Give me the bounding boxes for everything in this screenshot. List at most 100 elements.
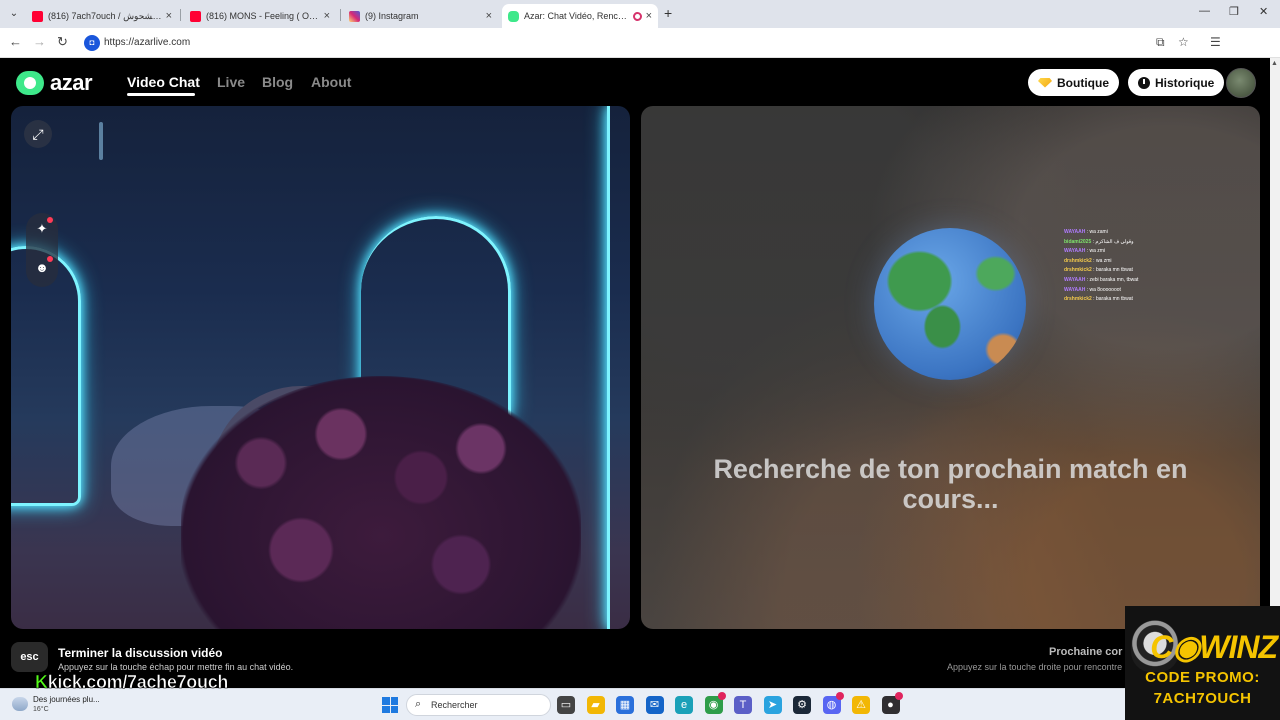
chat-text: baraka mn tbwat [1095,267,1133,274]
weather-text[interactable]: Des journées plu... [33,695,100,704]
search-icon: ⌕ [415,698,422,710]
searching-match-text: Recherche de ton prochain match en cours… [713,454,1188,514]
chat-message: WAYAAH : zebi baraka mn, tbwat [1064,276,1139,283]
boutique-label: Boutique [1057,75,1109,90]
browser-tab-bar: ⌄ (816) 7ach7ouch / حشحوش - YouTube × (8… [0,0,1280,28]
edge-icon[interactable]: e [675,696,693,714]
tab-youtube-2[interactable]: (816) MONS - Feeling ( Official × [184,4,336,28]
youtube-icon [190,10,201,22]
teams-icon[interactable]: T [734,696,752,714]
store-icon[interactable]: ▦ [616,696,634,714]
tab-instagram[interactable]: (9) Instagram × [343,4,498,28]
minimize-button[interactable]: — [1199,5,1210,17]
chat-message: WAYAAH : wa zmi [1064,248,1106,255]
recording-icon [632,11,642,21]
windows-start-icon[interactable] [382,697,398,713]
match-video-panel: WAYAAH : wa zami bidami2025 : وقولي ف الش… [641,106,1260,629]
bookmark-star-icon[interactable]: ☆ [1178,35,1189,49]
gem-icon [1038,77,1052,88]
tab-close-icon[interactable]: × [324,10,330,22]
reload-button[interactable]: ↻ [57,34,68,50]
install-app-icon[interactable]: ⧉ [1156,35,1165,50]
tab-close-icon[interactable]: × [486,10,492,22]
kick-url-text: kick.com/7ache7ouch [47,672,229,693]
stream-chat-overlay: WAYAAH : wa zami bidami2025 : وقولي ف الش… [1064,228,1184,305]
chat-username: WAYAAH [1064,286,1086,293]
chat-text: wa zmi [1089,248,1106,255]
restore-button[interactable]: ❐ [1229,5,1239,18]
file-explorer-icon[interactable]: ▰ [586,696,605,714]
azar-logo[interactable]: azar [16,70,93,96]
user-avatar[interactable] [1226,68,1256,98]
tab-list-chevron-icon[interactable]: ⌄ [6,6,22,22]
self-video-panel: ⤢ ✦ ☻ [11,106,630,629]
outlook-icon[interactable]: ✉ [645,696,664,714]
end-chat-title: Terminer la discussion vidéo [58,646,223,660]
promo-code: 7ACH7OUCH [1153,690,1252,707]
url-omnibox[interactable]: ◘ https://azarlive.com [80,32,1200,54]
weather-cloud-icon[interactable] [12,697,28,711]
kick-channel-overlay: Kkick.com/7ache7ouch [35,672,229,693]
nav-blog[interactable]: Blog [262,74,293,90]
taskbar-search[interactable]: ⌕ Rechercher [406,694,551,716]
chat-text: wa zami [1089,229,1108,235]
chat-message: WAYAAH : wa zami [1064,229,1108,235]
search-placeholder: Rechercher [431,700,478,710]
nav-about[interactable]: About [311,74,351,90]
azar-logo-icon [16,71,44,95]
end-chat-subtitle: Appuyez sur la touche échap pour mettre … [58,662,294,672]
chat-message: drshmkick2 : wa zmi [1064,257,1112,264]
chat-message: drshmkick2 : baraka mn tbwat [1064,296,1133,303]
tab-title: (816) MONS - Feeling ( Official [206,11,320,21]
tab-youtube-1[interactable]: (816) 7ach7ouch / حشحوش - YouTube × [26,4,178,28]
expand-icon[interactable]: ⤢ [24,120,52,148]
telegram-icon[interactable]: ➤ [763,696,782,714]
task-view-icon[interactable]: ▭ [557,696,575,714]
scroll-up-icon[interactable]: ▲ [1271,60,1278,67]
url-text[interactable]: https://azarlive.com [104,37,190,48]
historique-button[interactable]: Historique [1128,69,1225,96]
chat-text: wa zmi [1095,257,1112,264]
sparkle-effects-icon[interactable]: ✦ [34,221,50,237]
clock-icon [1138,76,1150,89]
youtube-icon [32,10,43,22]
notification-dot [47,256,53,262]
nav-live[interactable]: Live [217,74,245,90]
notification-badge [835,692,844,700]
chat-message: bidami2025 : وقولي ف الشاكرم [1064,238,1134,245]
chat-username: drshmkick2 [1064,267,1092,274]
warning-icon[interactable]: ⚠ [852,696,870,714]
chat-message: drshmkick2 : baraka mn tbwat [1064,267,1133,274]
chat-username: bidami2025 [1064,238,1092,245]
new-tab-button[interactable]: + [664,5,672,21]
chat-username: drshmkick2 [1064,257,1092,264]
tab-azar[interactable]: Azar: Chat Vidéo, Rencontre × [502,4,658,28]
forward-button[interactable]: → [33,34,46,49]
back-button[interactable]: ← [9,34,22,49]
tab-close-icon[interactable]: × [166,10,172,22]
site-info-icon[interactable]: ◘ [84,35,100,51]
historique-label: Historique [1155,75,1215,90]
esc-key-badge[interactable]: esc [11,642,48,672]
tab-title: (9) Instagram [365,11,419,21]
reading-list-icon[interactable]: ☰ [1210,35,1221,49]
nav-video-chat[interactable]: Video Chat [127,74,200,90]
chat-text: zebi baraka mn, tbwat [1089,276,1139,283]
notification-badge [717,692,726,700]
face-filter-icon[interactable]: ☻ [34,260,50,276]
boutique-button[interactable]: Boutique [1028,69,1119,96]
weather-temp[interactable]: 16°C [33,706,49,713]
close-window-button[interactable]: ✕ [1259,5,1268,18]
chat-text: baraka mn tbwat [1095,296,1133,303]
chat-username: WAYAAH [1064,248,1086,255]
address-bar-row: ← → ↻ ◘ https://azarlive.com ⧉ ☆ ☰ [0,28,1280,58]
chat-text: وقولي ف الشاكرم [1095,238,1134,245]
kick-logo-letter: K [35,672,49,693]
promo-label: CODE PROMO: [1145,669,1260,686]
page-scrollbar[interactable]: ▲ [1270,58,1280,688]
steam-icon[interactable]: ⚙ [793,696,811,714]
chat-message: WAYAAH : wa 8ooooooot [1064,286,1121,293]
tab-close-icon[interactable]: × [646,10,652,22]
tab-title: Azar: Chat Vidéo, Rencontre [524,11,630,21]
azar-page: azar Video Chat Live Blog About Boutique… [0,58,1270,688]
